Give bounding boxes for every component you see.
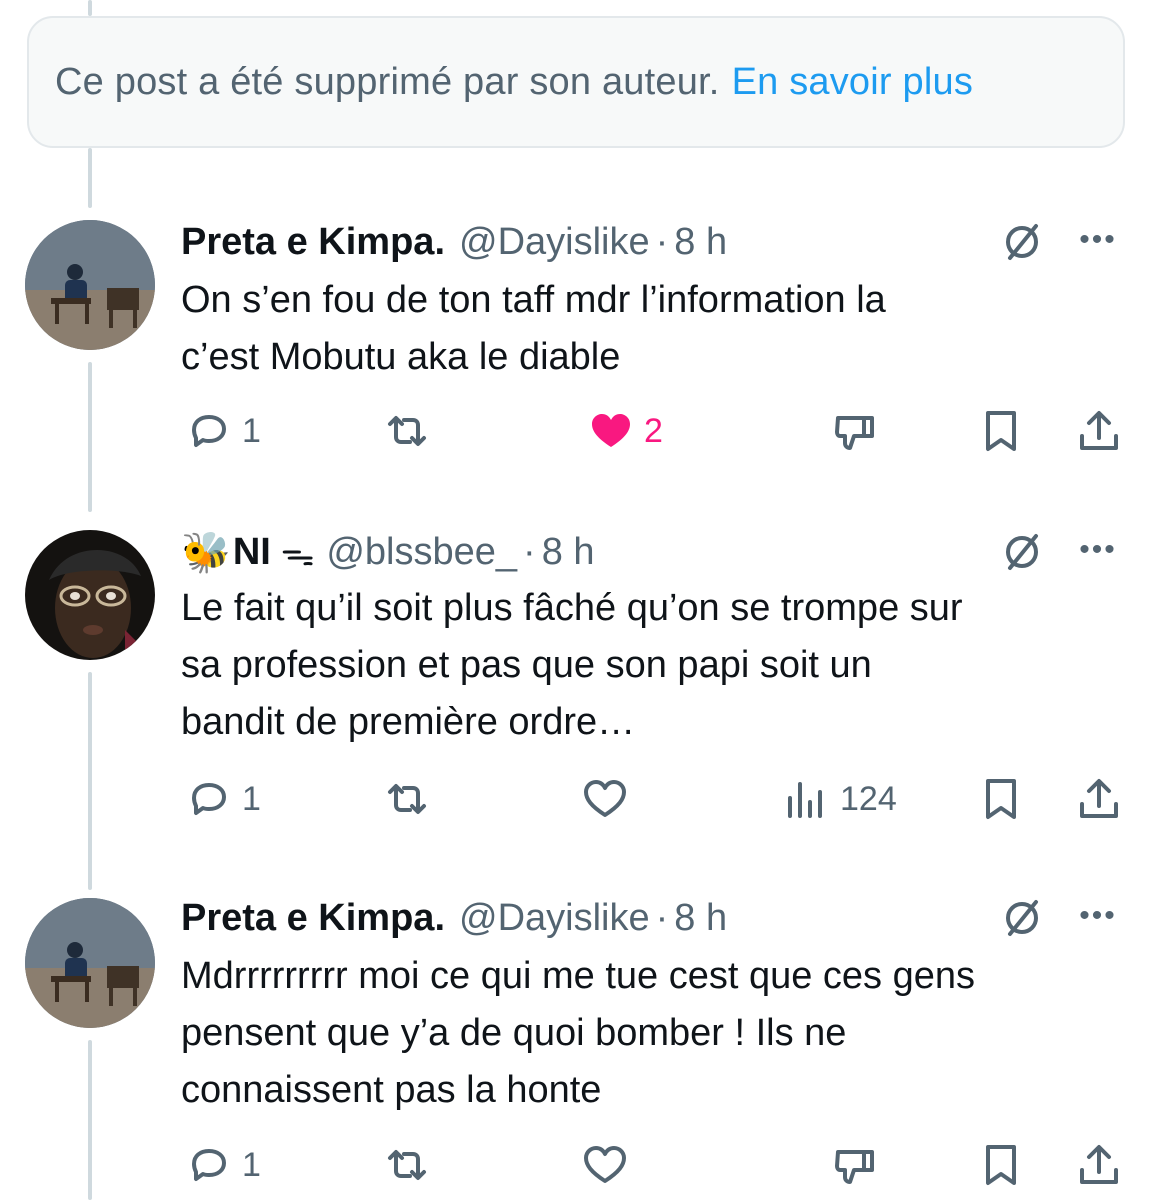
timestamp[interactable]: 8 h [674, 221, 727, 264]
grok-icon[interactable] [1000, 220, 1044, 264]
share-button[interactable] [1076, 406, 1122, 456]
post-3[interactable]: Preta e Kimpa. @Dayislike · 8 h ••• Mdrr… [0, 892, 1153, 1200]
avatar[interactable] [25, 220, 155, 350]
deleted-post-text: Ce post a été supprimé par son auteur. [55, 60, 720, 103]
dislike-button[interactable] [832, 406, 878, 456]
repost-button[interactable] [384, 1140, 430, 1190]
bookmark-button[interactable] [978, 774, 1024, 824]
heart-filled-icon [592, 414, 630, 447]
post-header: 🐝 NI ᯓ @blssbee_ · 8 h [181, 528, 595, 576]
share-icon [1080, 779, 1118, 818]
heart-icon [584, 1146, 626, 1183]
repost-button[interactable] [384, 406, 430, 456]
reply-count: 1 [242, 779, 261, 818]
heart-icon [584, 780, 626, 817]
dislike-button[interactable] [832, 1140, 878, 1190]
deleted-post-notice: Ce post a été supprimé par son auteur. E… [27, 16, 1125, 148]
dislike-icon [835, 1150, 874, 1184]
like-button[interactable] [582, 1140, 628, 1190]
post-text: Le fait qu’il soit plus fâché qu’on se t… [181, 580, 1126, 751]
like-button[interactable] [582, 774, 628, 824]
like-button[interactable]: 2 [588, 406, 663, 456]
post-header: Preta e Kimpa. @Dayislike · 8 h [181, 894, 727, 942]
post-text-line: c’est Mobutu aka le diable [181, 336, 621, 378]
repost-icon [388, 1150, 426, 1180]
bookmark-icon [986, 411, 1016, 451]
more-options-icon[interactable]: ••• [1076, 220, 1120, 260]
reply-button[interactable]: 1 [186, 774, 261, 824]
like-count: 2 [644, 411, 663, 450]
cloud-emoji: ᯓ [280, 535, 315, 573]
reply-count: 1 [242, 411, 261, 450]
timestamp[interactable]: 8 h [542, 531, 595, 574]
user-handle[interactable]: @Dayislike [459, 221, 650, 264]
action-bar: 1 124 [0, 774, 1153, 824]
views-count: 124 [840, 779, 897, 818]
post-text-line: sa profession et pas que son papi soit u… [181, 644, 872, 686]
reply-button[interactable]: 1 [186, 1140, 261, 1190]
reply-button[interactable]: 1 [186, 406, 261, 456]
more-options-icon[interactable]: ••• [1076, 896, 1120, 936]
reply-icon [192, 415, 226, 447]
separator: · [523, 530, 536, 573]
grok-icon[interactable] [1000, 896, 1044, 940]
post-text-line: bandit de première ordre… [181, 701, 636, 743]
timestamp[interactable]: 8 h [674, 897, 727, 940]
share-icon [1080, 411, 1118, 450]
views-button[interactable]: 124 [784, 774, 897, 824]
repost-icon [388, 416, 426, 446]
separator: · [655, 896, 669, 939]
reply-icon [192, 1149, 226, 1181]
views-icon [788, 782, 822, 818]
action-bar: 1 [0, 1140, 1153, 1190]
bookmark-icon [986, 1145, 1016, 1185]
thread-line-top [88, 0, 92, 16]
post-text-line: Le fait qu’il soit plus fâché qu’on se t… [181, 587, 963, 629]
avatar[interactable] [25, 530, 155, 660]
separator: · [655, 220, 669, 263]
bookmark-button[interactable] [978, 406, 1024, 456]
display-name[interactable]: Preta e Kimpa. [181, 221, 445, 264]
grok-icon[interactable] [1000, 530, 1044, 574]
share-icon [1080, 1145, 1118, 1184]
learn-more-link[interactable]: En savoir plus [732, 61, 973, 104]
post-1[interactable]: Preta e Kimpa. @Dayislike · 8 h ••• On s… [0, 214, 1153, 474]
post-header: Preta e Kimpa. @Dayislike · 8 h [181, 218, 727, 266]
dislike-icon [835, 416, 874, 450]
action-bar: 1 2 [0, 406, 1153, 456]
user-handle[interactable]: @Dayislike [459, 897, 650, 940]
bookmark-button[interactable] [978, 1140, 1024, 1190]
share-button[interactable] [1076, 1140, 1122, 1190]
share-button[interactable] [1076, 774, 1122, 824]
avatar[interactable] [25, 898, 155, 1028]
user-handle[interactable]: @blssbee_ [326, 531, 517, 574]
bee-emoji: 🐝 [181, 530, 231, 575]
reply-count: 1 [242, 1145, 261, 1184]
thread-line-1 [88, 148, 92, 208]
post-text-line: pensent que y’a de quoi bomber ! Ils ne [181, 1012, 847, 1054]
post-text: On s’en fou de ton taff mdr l’informatio… [181, 272, 1126, 386]
display-name[interactable]: Preta e Kimpa. [181, 897, 445, 940]
repost-icon [388, 784, 426, 814]
post-text-line: connaissent pas la honte [181, 1069, 602, 1111]
bookmark-icon [986, 779, 1016, 819]
repost-button[interactable] [384, 774, 430, 824]
post-text-line: Mdrrrrrrrrr moi ce qui me tue cest que c… [181, 955, 976, 997]
reply-icon [192, 783, 226, 815]
post-text: Mdrrrrrrrrr moi ce qui me tue cest que c… [181, 948, 1126, 1119]
more-options-icon[interactable]: ••• [1076, 530, 1120, 570]
post-2[interactable]: 🐝 NI ᯓ @blssbee_ · 8 h ••• Le fait qu’il… [0, 524, 1153, 854]
post-text-line: On s’en fou de ton taff mdr l’informatio… [181, 279, 886, 321]
display-name[interactable]: NI [233, 531, 271, 574]
